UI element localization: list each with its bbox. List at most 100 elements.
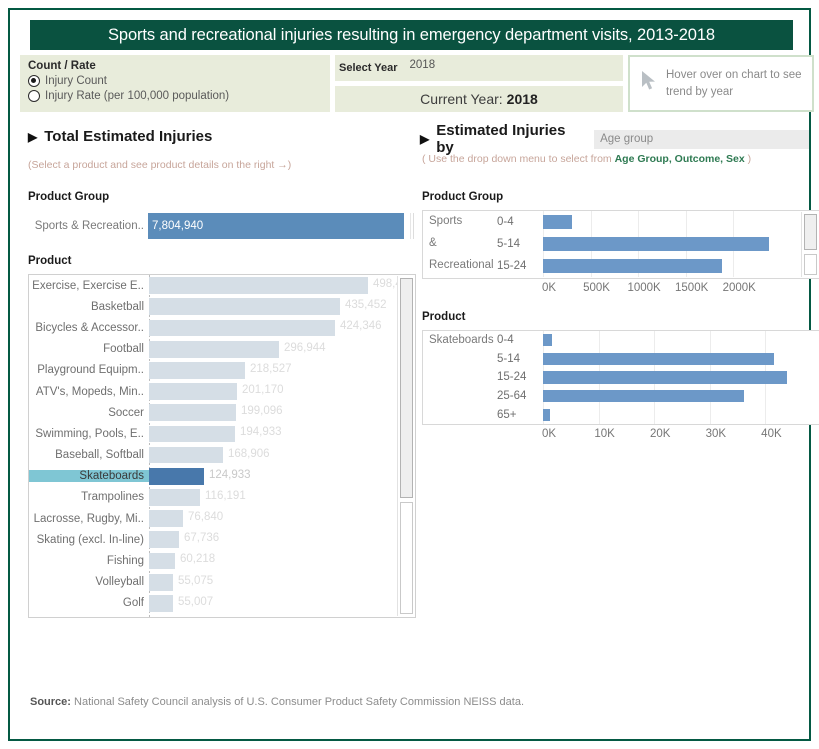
product-row[interactable]: Lacrosse, Rugby, Mi..76,840 (29, 508, 415, 529)
product-row-bar[interactable] (149, 426, 235, 443)
right-chart-bar[interactable] (543, 390, 744, 402)
product-row-track: 218,527 (149, 360, 415, 381)
product-row-bar[interactable] (149, 277, 368, 294)
product-row[interactable]: Basketball435,452 (29, 296, 415, 317)
axis-tick-label: 500K (583, 282, 610, 294)
product-row[interactable]: Playground Equipm..218,527 (29, 360, 415, 381)
product-row-bar[interactable] (149, 595, 173, 612)
product-group-track: 7,804,940 (148, 213, 414, 239)
product-row-bar[interactable] (149, 404, 236, 421)
right-chart-group-label: Recreational (423, 259, 495, 273)
product-row[interactable]: Golf55,007 (29, 593, 415, 614)
product-row[interactable]: ATV's, Mopeds, Min..201,170 (29, 381, 415, 402)
right-chart-bar[interactable] (543, 353, 774, 365)
select-year-value[interactable]: 2018 (398, 59, 436, 71)
product-row[interactable]: Exercise, Exercise E..498,498 (29, 275, 415, 296)
select-year-control[interactable]: Select Year 2018 (335, 55, 623, 81)
right-note-pre: ( Use the drop down menu to select from (422, 153, 615, 165)
product-row-bar[interactable] (149, 320, 335, 337)
product-row[interactable]: Baseball, Softball168,906 (29, 445, 415, 466)
right-chart-row[interactable]: Sports0-4 (423, 211, 819, 233)
gridline (654, 331, 655, 350)
radio-unselected-icon[interactable] (28, 90, 40, 102)
right-chart-bar[interactable] (543, 371, 787, 383)
product-row-value: 60,218 (180, 553, 215, 565)
right-note-highlight: Age Group, Outcome, Sex (615, 153, 745, 165)
product-row-bar[interactable] (149, 489, 200, 506)
product-row-bar[interactable] (149, 574, 173, 591)
product-row-bar[interactable] (149, 553, 175, 570)
triangle-right-icon[interactable]: ▶ (28, 130, 37, 144)
product-row-label: Bicycles & Accessor.. (29, 322, 149, 334)
product-row-label: Football (29, 343, 149, 355)
product-row-bar[interactable] (149, 383, 237, 400)
gridline (591, 211, 592, 233)
product-row-track: 67,736 (149, 529, 415, 550)
product-row-bar[interactable] (149, 447, 223, 464)
radio-injury-count[interactable]: Injury Count (28, 75, 322, 87)
product-row-bar[interactable] (149, 468, 204, 485)
gridline (710, 405, 711, 424)
product-row[interactable]: Skating (excl. In-line)67,736 (29, 529, 415, 550)
product-row[interactable]: Trampolines116,191 (29, 487, 415, 508)
product-rows: Exercise, Exercise E..498,498Basketball4… (29, 275, 415, 614)
product-row[interactable]: Football296,944 (29, 339, 415, 360)
right-chart-row[interactable]: 5-14 (423, 350, 819, 369)
gridline (638, 211, 639, 233)
right-chart-bar[interactable] (543, 409, 550, 421)
product-group-bar[interactable]: 7,804,940 (148, 213, 404, 239)
axis-tick-label: 30K (706, 428, 726, 440)
product-row[interactable]: Swimming, Pools, E..194,933 (29, 423, 415, 444)
product-row-bar[interactable] (149, 531, 179, 548)
right-scrollbar-track[interactable] (804, 254, 817, 275)
gridline (686, 211, 687, 233)
product-row-track: 116,191 (149, 487, 415, 508)
radio-selected-icon[interactable] (28, 75, 40, 87)
right-chart-row[interactable]: 15-24 (423, 368, 819, 387)
product-row[interactable]: Fishing60,218 (29, 550, 415, 571)
product-row[interactable]: Volleyball55,075 (29, 572, 415, 593)
product-list-chart[interactable]: Exercise, Exercise E..498,498Basketball4… (28, 274, 416, 618)
right-scrollbar-thumb[interactable] (804, 214, 817, 250)
scrollbar-track[interactable] (400, 502, 413, 614)
scrollbar-thumb[interactable] (400, 278, 413, 498)
dimension-dropdown[interactable]: Age group (594, 130, 809, 149)
right-product-group-chart[interactable]: Sports0-4&5-14Recreational15-24 (422, 210, 819, 279)
right-product-chart[interactable]: Skateboards0-45-1415-24 25-64 65+ (422, 330, 819, 425)
product-group-bar-row[interactable]: Sports & Recreation.. 7,804,940 (28, 213, 416, 239)
right-chart-bar[interactable] (543, 237, 769, 252)
right-panel-heading[interactable]: ▶ Estimated Injuries by Age group (420, 122, 809, 156)
radio-injury-rate[interactable]: Injury Rate (per 100,000 population) (28, 90, 322, 102)
product-row-bar[interactable] (149, 298, 340, 315)
current-year-display: Current Year: 2018 (335, 86, 623, 112)
product-row-bar[interactable] (149, 510, 183, 527)
right-chart-row[interactable]: 65+ (423, 405, 819, 424)
product-row-bar[interactable] (149, 341, 279, 358)
triangle-right-icon-2[interactable]: ▶ (420, 132, 429, 146)
product-row-bar[interactable] (149, 362, 245, 379)
right-group-scrollbar[interactable] (801, 212, 818, 277)
product-row[interactable]: Skateboards124,933 (29, 466, 415, 487)
left-panel-heading[interactable]: ▶ Total Estimated Injuries (28, 128, 212, 145)
gridline (599, 405, 600, 424)
right-chart-row[interactable]: 25-64 (423, 387, 819, 406)
product-row[interactable]: Soccer199,096 (29, 402, 415, 423)
product-list-scrollbar[interactable] (397, 276, 414, 616)
product-row-value: 168,906 (228, 448, 270, 460)
right-chart-category: 25-64 (495, 390, 543, 402)
source-label: Source: (30, 696, 71, 708)
right-chart-row[interactable]: &5-14 (423, 233, 819, 255)
right-chart-bar[interactable] (543, 259, 722, 274)
hover-hint-box: Hover over on chart to see trend by year (628, 55, 814, 112)
product-row[interactable]: Bicycles & Accessor..424,346 (29, 317, 415, 338)
right-chart-bar[interactable] (543, 215, 572, 230)
product-row-value: 194,933 (240, 426, 282, 438)
product-row-label: Basketball (29, 301, 149, 313)
right-chart-row[interactable]: Recreational15-24 (423, 255, 819, 277)
product-row-value: 199,096 (241, 405, 283, 417)
right-panel-heading-label: Estimated Injuries by (436, 122, 582, 156)
right-product-group-title: Product Group (422, 191, 503, 203)
hover-hint-text: Hover over on chart to see trend by year (666, 67, 812, 100)
right-chart-row[interactable]: Skateboards0-4 (423, 331, 819, 350)
right-chart-bar[interactable] (543, 334, 552, 346)
